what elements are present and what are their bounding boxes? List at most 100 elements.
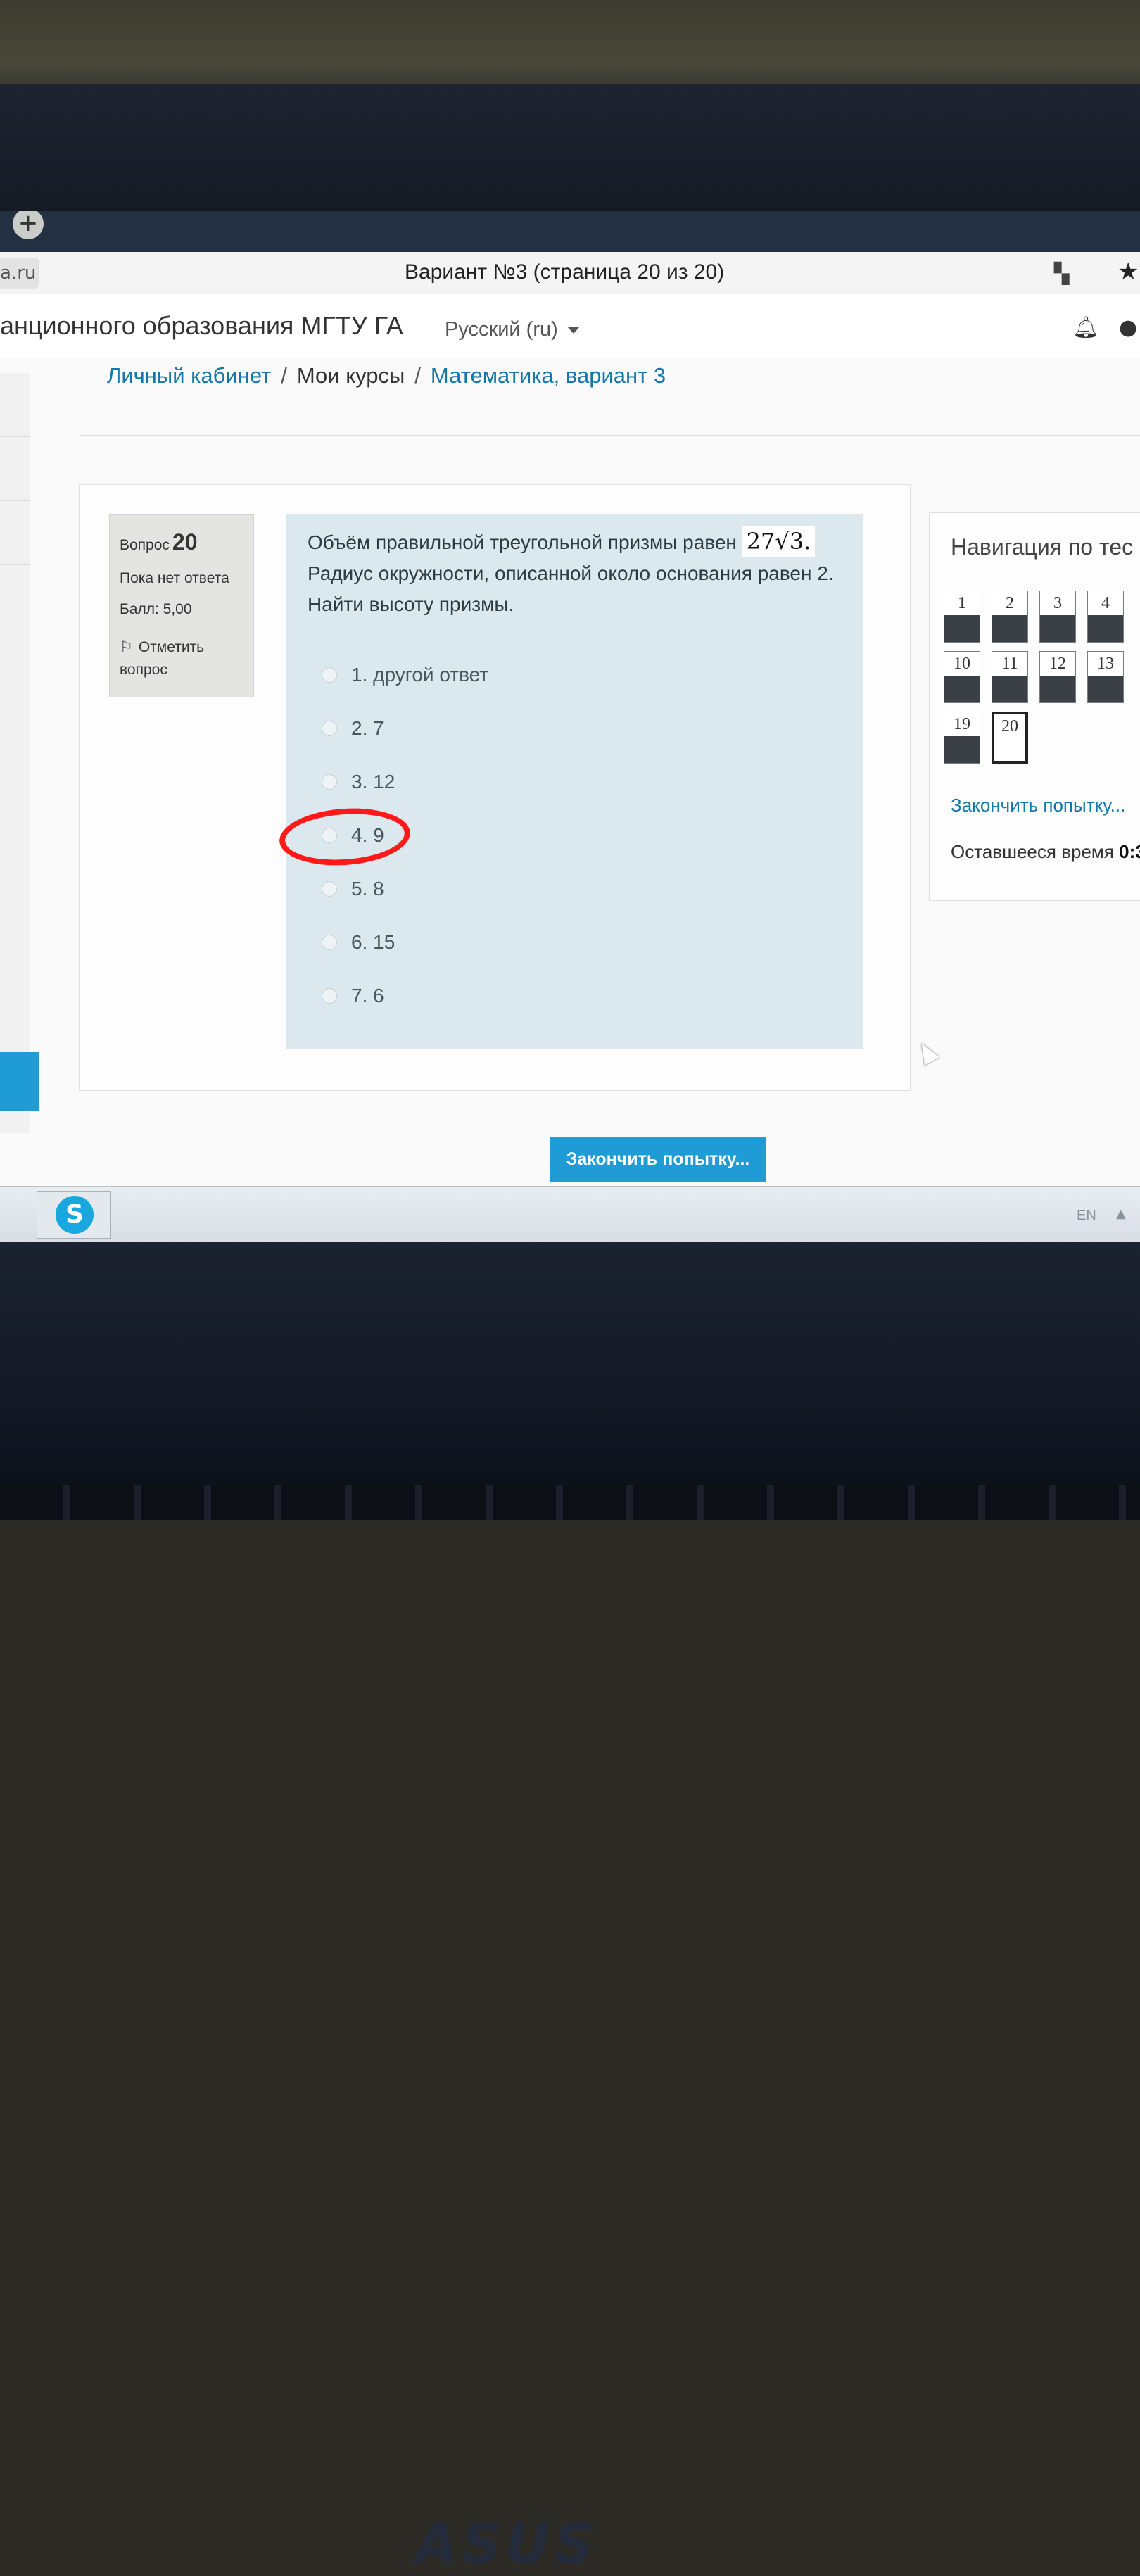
answered-indicator xyxy=(992,676,1027,702)
tray-expand-icon[interactable]: ▲ xyxy=(1116,1206,1126,1221)
question-info-panel: Вопрос 20 Пока нет ответа Балл: 5,00 ⚐ Отм… xyxy=(109,514,254,697)
drawer-toggle-button[interactable] xyxy=(0,1052,39,1111)
bookmark-star-icon[interactable]: ★ xyxy=(1117,258,1139,286)
messages-icon[interactable]: ● xyxy=(1119,315,1137,340)
radio-button[interactable] xyxy=(322,881,337,897)
address-bar[interactable]: a.ru xyxy=(0,258,39,289)
answer-label: 5. 8 xyxy=(351,878,384,899)
question-state: Пока нет ответа xyxy=(120,570,229,586)
question-number: 20 xyxy=(172,529,198,555)
breadcrumb: Личный кабинет / Мои курсы / Математика, вар… xyxy=(107,363,666,389)
answer-label: 3. 12 xyxy=(351,771,395,793)
nav-question-button[interactable]: 12 xyxy=(1039,651,1076,703)
red-circle-annotation xyxy=(277,804,412,870)
question-text-after: Радиус окружности, описанной около основ… xyxy=(308,562,834,615)
browser-tab-bar: + xyxy=(0,211,1140,252)
question-text-before: Объём правильной треугольной призмы раве… xyxy=(308,531,737,553)
radio-button[interactable] xyxy=(322,774,337,790)
quiz-content: Вопрос 20 Пока нет ответа Балл: 5,00 ⚐ Отм… xyxy=(79,484,911,1091)
notifications-bell-icon[interactable]: 🔔︎ xyxy=(1072,315,1099,340)
nav-question-number: 11 xyxy=(1001,655,1018,673)
language-menu[interactable]: Русский (ru) xyxy=(445,318,579,341)
radio-button[interactable] xyxy=(322,935,337,950)
answered-indicator xyxy=(944,736,980,763)
page-content: Личный кабинет / Мои курсы / Математика, вар… xyxy=(79,358,1140,1091)
question-text-box: Объём правильной треугольной призмы раве… xyxy=(277,514,863,1049)
answered-indicator xyxy=(1088,615,1123,642)
nav-question-number: 1 xyxy=(958,594,966,612)
taskbar-skype-button[interactable]: S xyxy=(37,1191,111,1239)
nav-question-number: 20 xyxy=(1001,717,1018,735)
extension-icon[interactable]: ▚ xyxy=(1054,262,1077,285)
nav-question-number: 13 xyxy=(1097,655,1114,673)
chevron-down-icon xyxy=(567,327,579,334)
answer-label: 1. другой ответ xyxy=(351,664,489,686)
breadcrumb-course[interactable]: Математика, вариант 3 xyxy=(431,363,666,388)
screen: + a.ru Вариант №3 (страница 20 из 20) ▚ … xyxy=(0,211,1140,1242)
time-remaining: Оставшееся время 0:30 xyxy=(951,841,1140,863)
answer-option[interactable]: 2. 7 xyxy=(322,702,488,755)
answered-indicator xyxy=(992,615,1027,642)
site-name[interactable]: анционного образования МГТУ ГА xyxy=(0,311,403,341)
quiz-navigation: Навигация по тес 1 2 3 4 10 11 12 13 19 … xyxy=(929,512,1140,901)
new-tab-button[interactable]: + xyxy=(13,211,44,239)
language-label: Русский (ru) xyxy=(445,318,558,341)
radio-button[interactable] xyxy=(322,988,337,1004)
question-text: Объём правильной треугольной призмы раве… xyxy=(308,526,856,620)
time-remaining-value: 0:30 xyxy=(1119,841,1140,862)
side-drawer xyxy=(0,373,30,1133)
answered-indicator xyxy=(1040,615,1075,642)
question-number-label: Вопрос 20 xyxy=(120,529,198,555)
answer-option[interactable]: 6. 15 xyxy=(322,916,488,969)
answer-option[interactable]: 1. другой ответ xyxy=(322,648,488,702)
nav-question-number: 12 xyxy=(1049,655,1066,673)
taskbar: S EN ▲ xyxy=(0,1186,1140,1242)
nav-question-button[interactable]: 19 xyxy=(944,712,980,764)
taskbar-language[interactable]: EN xyxy=(1077,1208,1096,1224)
answer-list: 1. другой ответ 2. 7 3. 12 4. 9 5. 8 6. … xyxy=(277,648,488,1023)
nav-question-button-current[interactable]: 20 xyxy=(992,712,1028,764)
nav-question-button[interactable]: 2 xyxy=(992,591,1028,643)
breadcrumb-dashboard[interactable]: Личный кабинет xyxy=(107,363,271,388)
question-grade: Балл: 5,00 xyxy=(120,601,192,617)
answer-option[interactable]: 3. 12 xyxy=(322,755,488,809)
nav-question-button[interactable]: 13 xyxy=(1087,651,1124,703)
laptop-bezel-bottom: ASUS xyxy=(0,1242,1140,2576)
nav-question-number: 10 xyxy=(954,655,970,673)
nav-question-number: 4 xyxy=(1101,594,1110,612)
question-formula: 27√3. xyxy=(742,526,816,557)
breadcrumb-separator: / xyxy=(281,363,287,388)
nav-question-button[interactable]: 1 xyxy=(944,591,980,643)
breadcrumb-my-courses[interactable]: Мои курсы xyxy=(297,363,405,388)
answered-indicator xyxy=(1040,676,1075,702)
breadcrumb-container: Личный кабинет / Мои курсы / Математика, вар… xyxy=(79,358,1140,436)
answer-option[interactable]: 7. 6 xyxy=(322,969,488,1023)
flag-question-link[interactable]: ⚐ Отметить вопрос xyxy=(120,636,253,681)
radio-button[interactable] xyxy=(322,721,337,736)
answered-indicator xyxy=(944,615,980,642)
browser-toolbar: a.ru Вариант №3 (страница 20 из 20) ▚ ★ xyxy=(0,252,1140,295)
time-remaining-label: Оставшееся время xyxy=(951,841,1114,862)
site-header: анционного образования МГТУ ГА Русский (… xyxy=(0,294,1140,358)
nav-question-button[interactable]: 11 xyxy=(992,651,1028,703)
answered-indicator xyxy=(944,676,980,702)
radio-button[interactable] xyxy=(322,667,337,683)
answer-label: 2. 7 xyxy=(351,717,384,739)
answer-option[interactable]: 5. 8 xyxy=(322,862,488,916)
laptop-brand-logo: ASUS xyxy=(415,2513,599,2576)
answer-option[interactable]: 4. 9 xyxy=(277,804,488,870)
nav-question-button[interactable]: 3 xyxy=(1039,591,1076,643)
nav-question-button[interactable]: 10 xyxy=(944,651,980,703)
nav-question-number: 3 xyxy=(1053,594,1062,612)
window-title: Вариант №3 (страница 20 из 20) xyxy=(405,260,725,284)
keyboard-edge xyxy=(0,1485,1140,1520)
finish-attempt-button[interactable]: Закончить попытку... xyxy=(550,1137,766,1182)
skype-icon: S xyxy=(56,1196,94,1234)
nav-question-number: 19 xyxy=(954,715,970,733)
nav-question-number: 2 xyxy=(1006,594,1014,612)
finish-attempt-link[interactable]: Закончить попытку... xyxy=(951,795,1125,816)
nav-question-button[interactable]: 4 xyxy=(1087,591,1124,643)
answer-label: 6. 15 xyxy=(351,931,395,953)
laptop-bezel-top xyxy=(0,84,1140,218)
answered-indicator xyxy=(1088,676,1123,702)
